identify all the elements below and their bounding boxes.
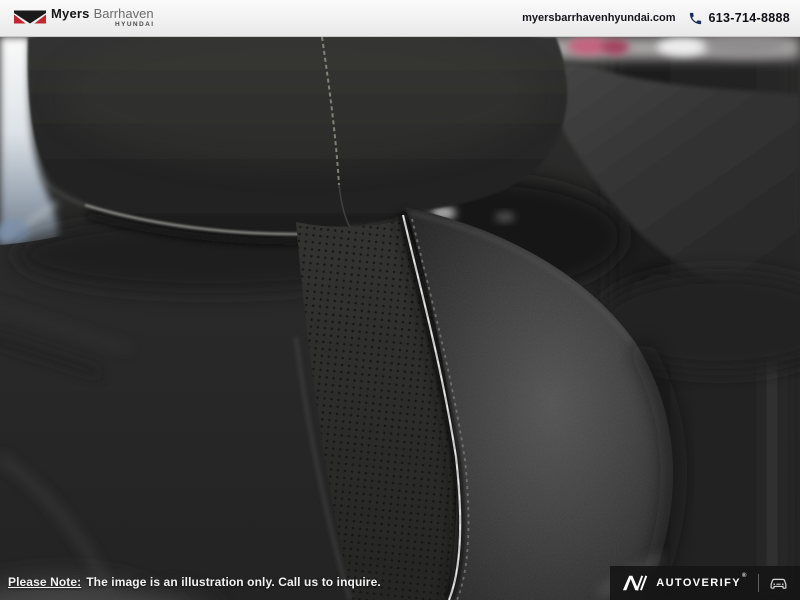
car-icon	[769, 576, 788, 590]
phone-icon	[688, 11, 703, 26]
dealer-phone: 613-714-8888	[709, 11, 790, 25]
dealer-website: myersbarrhavenhyundai.com	[522, 12, 675, 24]
myers-flag-icon	[14, 10, 46, 24]
registered-mark: ®	[742, 573, 748, 579]
disclaimer-text: Please Note: The image is an illustration…	[8, 575, 381, 589]
dealer-name: Myers Barrhaven HYUNDAI	[51, 7, 154, 29]
disclaimer-label: Please Note:	[8, 575, 81, 589]
disclaimer-body: The image is an illustration only. Call …	[86, 575, 381, 589]
contact-info: myersbarrhavenhyundai.com 613-714-8888	[522, 11, 790, 26]
brand-name: Myers	[51, 7, 90, 20]
divider	[758, 574, 759, 592]
brand-location: Barrhaven	[94, 7, 154, 20]
autoverify-bar: AUTOVERIFY®	[610, 566, 800, 600]
leather-seat-photo	[0, 37, 800, 600]
autoverify-av-icon	[622, 574, 649, 592]
vehicle-photo: Please Note: The image is an illustration…	[0, 37, 800, 600]
dealer-photo-card: Myers Barrhaven HYUNDAI myersbarrhavenhy…	[0, 0, 800, 600]
brand-make: HYUNDAI	[115, 22, 154, 29]
autoverify-label: AUTOVERIFY®	[656, 577, 748, 589]
header-bar: Myers Barrhaven HYUNDAI myersbarrhavenhy…	[0, 0, 800, 37]
dealer-logo: Myers Barrhaven HYUNDAI	[14, 7, 154, 29]
